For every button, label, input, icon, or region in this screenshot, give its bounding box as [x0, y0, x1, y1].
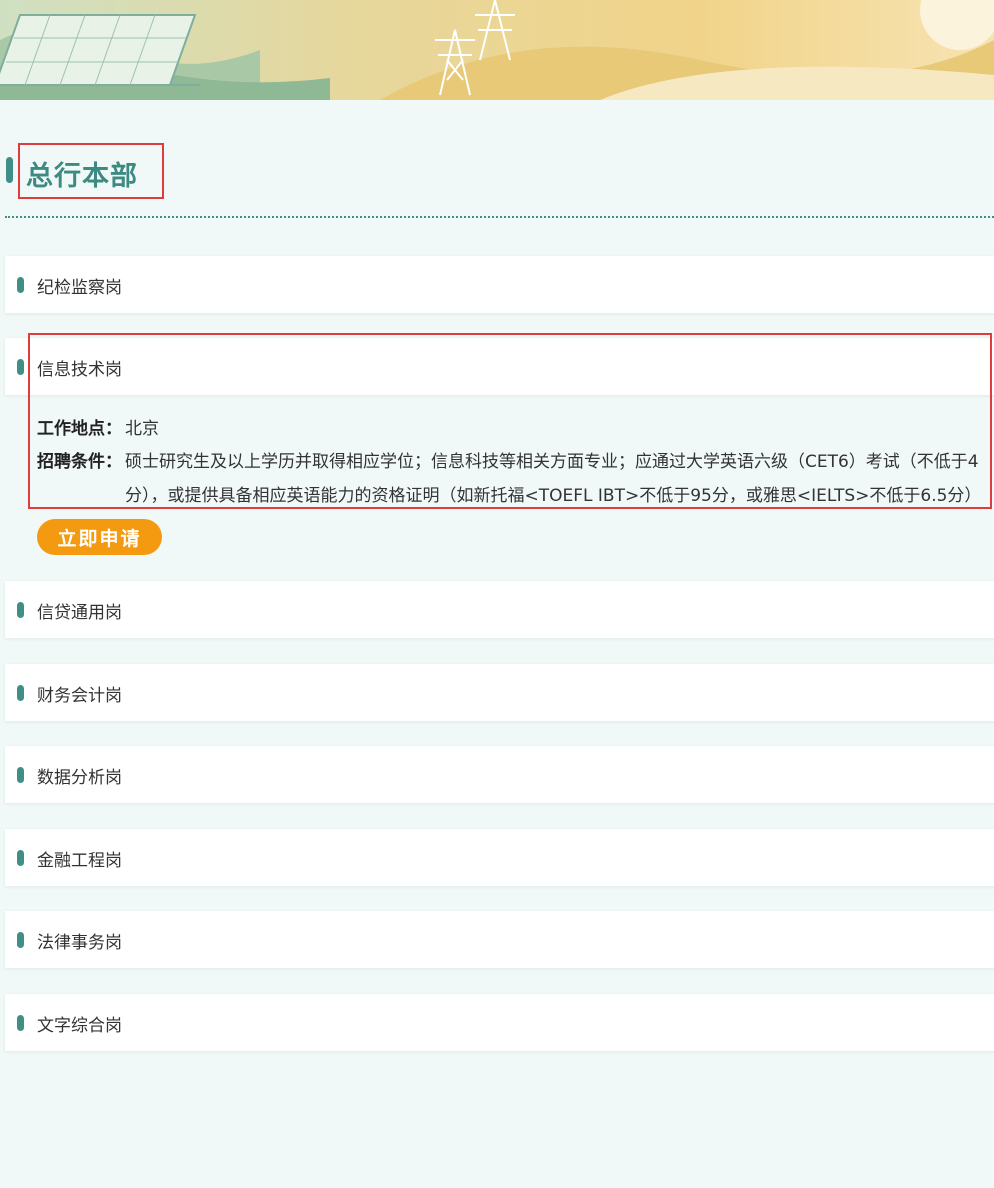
job-label: 财务会计岗 — [37, 686, 122, 706]
job-marker-icon — [17, 602, 24, 618]
job-marker-icon — [17, 1015, 24, 1031]
job-item-credit[interactable]: 信贷通用岗 — [5, 581, 994, 638]
apply-now-button[interactable]: 立即申请 — [37, 519, 162, 555]
landscape-illustration — [0, 0, 994, 100]
job-item-discipline[interactable]: 纪检监察岗 — [5, 256, 994, 313]
title-highlight-box — [18, 143, 164, 199]
detail-highlight-box — [28, 333, 992, 509]
job-label: 文字综合岗 — [37, 1016, 122, 1036]
job-item-data-analysis[interactable]: 数据分析岗 — [5, 746, 994, 803]
job-marker-icon — [17, 767, 24, 783]
job-item-writing[interactable]: 文字综合岗 — [5, 994, 994, 1051]
solar-panel-icon — [0, 14, 200, 86]
section-accent-bar — [6, 157, 13, 183]
job-item-legal[interactable]: 法律事务岗 — [5, 911, 994, 968]
job-marker-icon — [17, 850, 24, 866]
job-label: 金融工程岗 — [37, 851, 122, 871]
job-marker-icon — [17, 359, 24, 375]
job-item-financial-engineering[interactable]: 金融工程岗 — [5, 829, 994, 886]
job-item-accounting[interactable]: 财务会计岗 — [5, 664, 994, 721]
job-marker-icon — [17, 685, 24, 701]
job-label: 纪检监察岗 — [37, 278, 122, 298]
job-marker-icon — [17, 932, 24, 948]
job-label: 信贷通用岗 — [37, 603, 122, 623]
job-label: 数据分析岗 — [37, 768, 122, 788]
job-marker-icon — [17, 277, 24, 293]
header-banner — [0, 0, 994, 100]
job-label: 法律事务岗 — [37, 933, 122, 953]
section-header: 总行本部 — [0, 140, 994, 218]
section-divider — [5, 216, 994, 218]
